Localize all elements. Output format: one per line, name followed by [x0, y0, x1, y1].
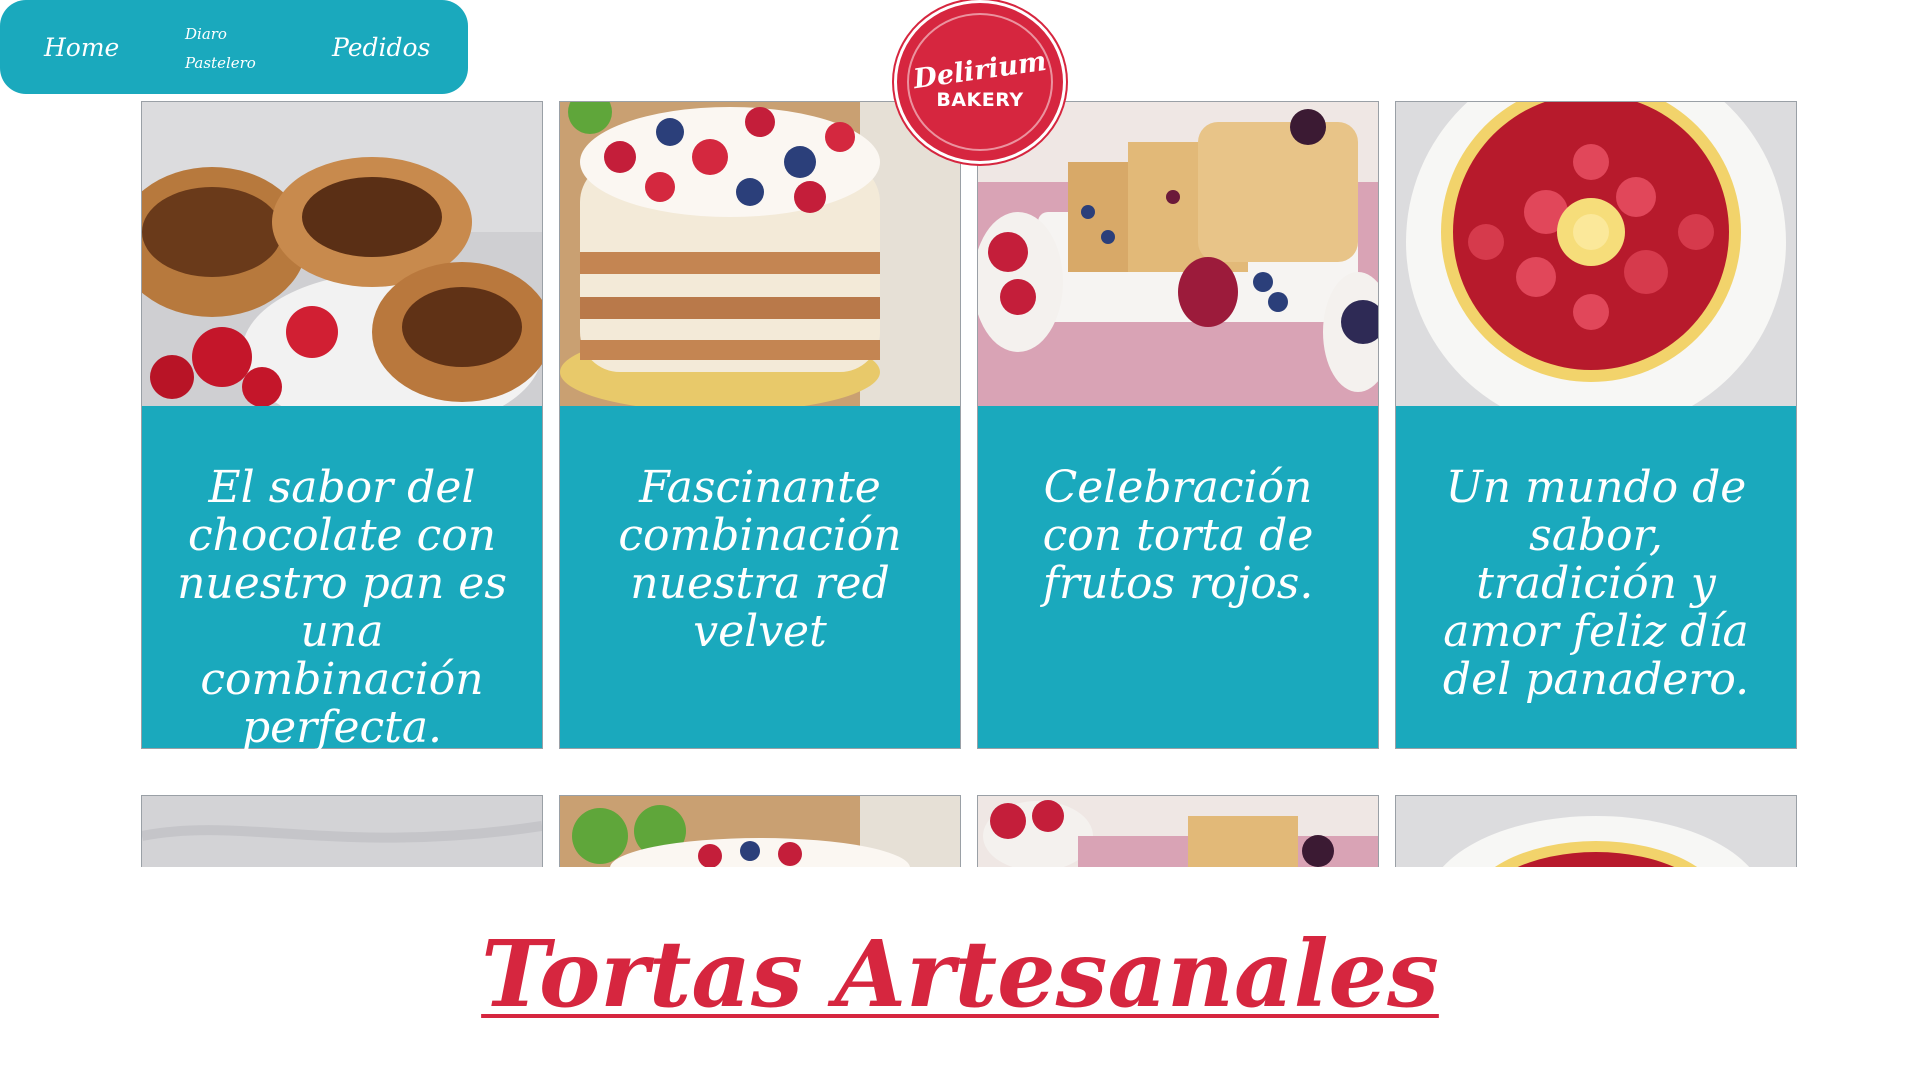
- chocolate-bread-photo: [142, 102, 542, 406]
- card-row2-frutos-rojos[interactable]: [977, 795, 1379, 867]
- nav-pedidos-link[interactable]: Pedidos: [332, 33, 430, 62]
- card-caption: El sabor del chocolate con nuestro pan e…: [142, 406, 542, 752]
- card-chocolate-bread[interactable]: El sabor del chocolate con nuestro pan e…: [141, 101, 543, 752]
- page: Home Diaro Pastelero Pedidos Delirium BA…: [0, 0, 1920, 1080]
- strawberry-tart-photo: [1396, 102, 1796, 406]
- brand-logo[interactable]: Delirium BAKERY: [894, 0, 1066, 164]
- card-caption: Fascinante combinación nuestra red velve…: [560, 406, 960, 748]
- nav-home-link[interactable]: Home: [44, 33, 119, 62]
- berry-loaf-cake-photo: [978, 102, 1378, 406]
- card-red-velvet[interactable]: Fascinante combinación nuestra red velve…: [559, 101, 961, 749]
- card-dia-panadero[interactable]: Un mundo de sabor, tradición y amor feli…: [1395, 101, 1797, 749]
- section-heading: Tortas Artesanales: [0, 920, 1920, 1028]
- berry-naked-cake-photo: [560, 102, 960, 406]
- card-row2-red-velvet[interactable]: [559, 795, 961, 867]
- card-row2-chocolate-bread[interactable]: [141, 795, 543, 867]
- card-caption: Celebración con torta de frutos rojos.: [978, 406, 1378, 748]
- card-caption: Un mundo de sabor, tradición y amor feli…: [1396, 406, 1796, 748]
- nav-diario-link[interactable]: Diaro Pastelero: [185, 20, 275, 78]
- card-frutos-rojos[interactable]: Celebración con torta de frutos rojos.: [977, 101, 1379, 749]
- section-heading-text: Tortas Artesanales: [481, 920, 1439, 1028]
- card-row2-dia-panadero[interactable]: [1395, 795, 1797, 867]
- logo-bakery-text: BAKERY: [936, 89, 1024, 111]
- top-nav: Home Diaro Pastelero Pedidos: [0, 0, 468, 94]
